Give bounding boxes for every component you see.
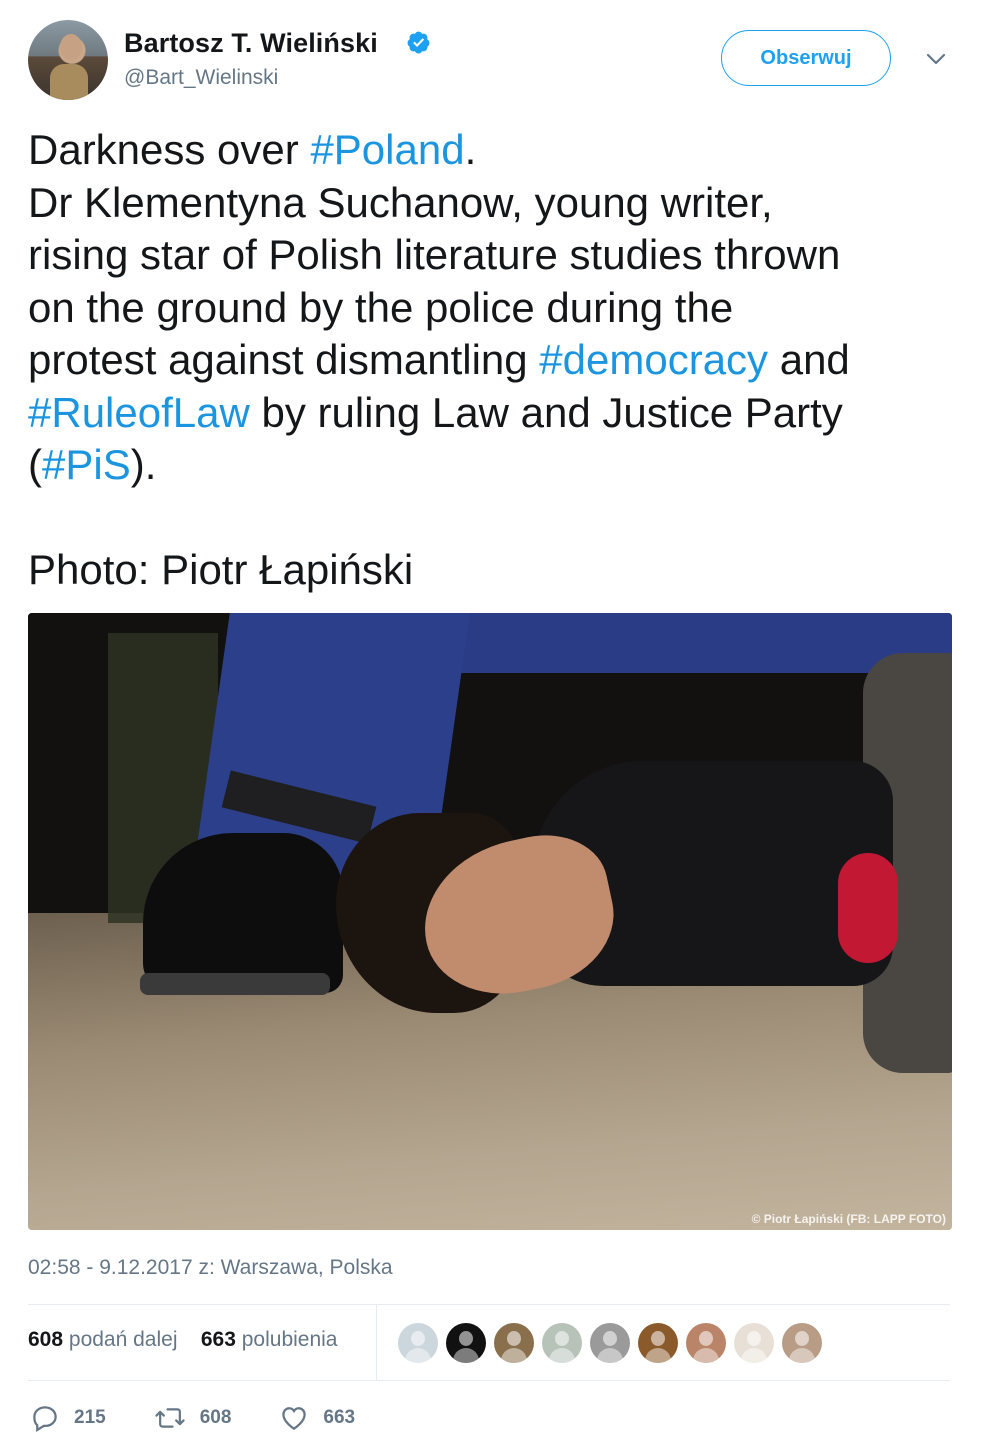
tweet-text-line <box>28 492 968 545</box>
hashtag-link[interactable]: #democracy <box>539 336 768 383</box>
photo-red-sleeve <box>838 853 898 963</box>
author-name[interactable]: Bartosz T. Wieliński <box>124 28 378 59</box>
tweet-text-line: #RuleofLaw by ruling Law and Justice Par… <box>28 387 968 440</box>
man-avatar[interactable] <box>686 1323 726 1363</box>
tweet-text-segment: protest against dismantling <box>28 336 540 383</box>
tweet-text-line: Photo: Piotr Łapiński <box>28 544 968 597</box>
lion-avatar[interactable] <box>638 1323 678 1363</box>
tweet-text-segment: Photo: Piotr Łapiński <box>28 546 414 593</box>
woman-avatar[interactable] <box>494 1323 534 1363</box>
tweet-text-line: Dr Klementyna Suchanow, young writer, <box>28 177 968 230</box>
reply-count: 215 <box>74 1407 106 1428</box>
verified-badge-icon <box>407 31 430 54</box>
avatar-coat <box>50 64 88 100</box>
tweet-text-line: on the ground by the police during the <box>28 282 968 335</box>
divider-bottom <box>28 1380 950 1381</box>
tweet-text-segment: Darkness over <box>28 126 311 173</box>
heart-icon <box>282 1407 307 1430</box>
stats-separator <box>376 1304 377 1380</box>
tweet-text-line: protest against dismantling #democracy a… <box>28 334 968 387</box>
dark-avatar[interactable] <box>446 1323 486 1363</box>
tweet-text-segment <box>28 494 40 541</box>
tweet-text-segment: rising star of Polish literature studies… <box>28 231 841 278</box>
author-handle[interactable]: @Bart_Wielinski <box>124 66 278 90</box>
tweet-text-line: (#PiS). <box>28 439 968 492</box>
cat-avatar[interactable] <box>734 1323 774 1363</box>
photo-boot-sole <box>140 973 330 995</box>
tweet-text-segment: . <box>464 126 477 173</box>
tweet-text: Darkness over #Poland. Dr Klementyna Such… <box>28 124 968 597</box>
hashtag-link[interactable]: #Poland <box>310 126 464 173</box>
hashtag-link[interactable]: #PiS <box>42 441 131 488</box>
engagement-stats: 608 podań dalej 663 polubienia <box>28 1328 338 1352</box>
retweet-icon <box>155 1408 185 1428</box>
tweet-text-segment: ). <box>130 441 157 488</box>
reply-button[interactable]: 215 <box>30 1403 106 1433</box>
tweet-text-segment: ( <box>28 441 42 488</box>
tweet-text-line: rising star of Polish literature studies… <box>28 229 968 282</box>
like-button[interactable]: 663 <box>279 1403 355 1433</box>
tweet-actions: 215 608 663 <box>30 1402 403 1434</box>
tweet-text-segment: on the ground by the police during the <box>28 283 734 331</box>
author-avatar[interactable] <box>28 20 108 100</box>
default-avatar[interactable] <box>398 1323 438 1363</box>
retweet-count: 608 <box>199 1407 232 1428</box>
photo-credit: © Piotr Łapiński (FB: LAPP FOTO) <box>751 1212 946 1226</box>
group-avatar[interactable] <box>542 1323 582 1363</box>
follow-button[interactable]: Obserwuj <box>721 30 891 86</box>
likes-stat[interactable]: 663 polubienia <box>201 1328 338 1351</box>
retweet-button[interactable]: 608 <box>154 1403 232 1433</box>
retweets-stat[interactable]: 608 podań dalej <box>28 1328 178 1351</box>
liker-avatars <box>398 1323 830 1363</box>
tweet-text-segment: and <box>768 336 850 383</box>
divider-top <box>28 1304 950 1305</box>
elder-avatar[interactable] <box>782 1323 822 1363</box>
tweet-timestamp[interactable]: 02:58 - 9.12.2017 z: Warszawa, Polska <box>28 1256 393 1280</box>
reply-icon <box>33 1406 57 1433</box>
avatar-head <box>60 34 82 60</box>
tweet-text-segment: by ruling Law and Justice Party <box>249 388 843 436</box>
tweet-text-line: Darkness over #Poland. <box>28 124 968 177</box>
hashtag-link[interactable]: #RuleofLaw <box>28 389 250 436</box>
photo-boot <box>143 833 343 993</box>
bw-portrait-avatar[interactable] <box>590 1323 630 1363</box>
tweet-photo[interactable]: © Piotr Łapiński (FB: LAPP FOTO) <box>28 613 952 1230</box>
tweet-text-segment: Dr Klementyna Suchanow, young writer, <box>28 178 773 226</box>
like-count: 663 <box>323 1407 356 1428</box>
chevron-down-icon[interactable] <box>924 50 948 68</box>
